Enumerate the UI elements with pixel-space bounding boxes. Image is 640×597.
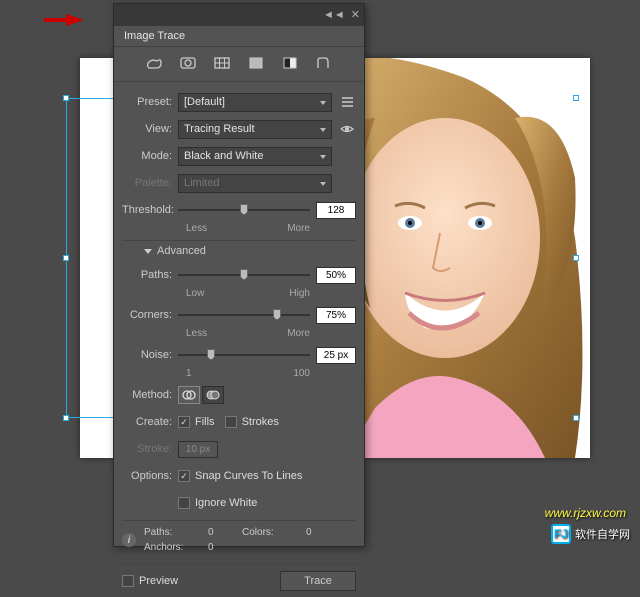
strokes-checkbox[interactable] [225,416,237,428]
preset-icon-row [114,47,364,77]
mode-label: Mode: [122,150,178,162]
chevron-down-icon [144,249,152,254]
snap-checkbox[interactable]: ✓ [178,470,190,482]
fills-checkbox[interactable]: ✓ [178,416,190,428]
preset-label: Preset: [122,96,178,108]
method-abutting-button[interactable] [178,386,200,404]
grayscale-icon[interactable] [246,55,266,71]
annotation-arrow [66,14,84,26]
high-color-icon[interactable] [178,55,198,71]
panel-tab[interactable]: Image Trace [114,26,364,46]
preset-menu-icon[interactable] [338,93,356,111]
paths-input[interactable]: 50% [316,267,356,284]
view-select[interactable]: Tracing Result [178,120,332,139]
close-icon[interactable]: ✕ [351,10,360,21]
panel-titlebar[interactable]: ◄◄ ✕ [114,4,364,26]
threshold-label: Threshold: [122,204,178,216]
stroke-label: Stroke: [122,443,178,455]
corners-slider[interactable] [178,308,310,322]
stroke-input: 10 px [178,441,218,458]
mode-select[interactable]: Black and White [178,147,332,166]
corners-label: Corners: [122,309,178,321]
preset-select[interactable]: [Default] [178,93,332,112]
view-label: View: [122,123,178,135]
method-label: Method: [122,389,178,401]
threshold-input[interactable]: 128 [316,202,356,219]
palette-select: Limited [178,174,332,193]
collapse-icon[interactable]: ◄◄ [323,10,345,21]
ignore-white-checkbox[interactable] [178,497,190,509]
preview-checkbox[interactable] [122,575,134,587]
corners-input[interactable]: 75% [316,307,356,324]
auto-color-icon[interactable] [144,55,164,71]
watermark-logo: FJ软件自学网 [551,524,630,544]
outline-icon[interactable] [314,55,334,71]
advanced-toggle[interactable]: Advanced [144,245,356,257]
low-color-icon[interactable] [212,55,232,71]
noise-slider[interactable] [178,348,310,362]
black-white-icon[interactable] [280,55,300,71]
create-label: Create: [122,416,178,428]
info-icon: i [122,533,136,547]
paths-slider[interactable] [178,268,310,282]
watermark-url: www.rjzxw.com [545,506,626,520]
method-overlapping-button[interactable] [202,386,224,404]
image-trace-panel: ◄◄ ✕ Image Trace Preset: [Default] View:… [113,3,365,547]
noise-label: Noise: [122,349,178,361]
paths-label: Paths: [122,269,178,281]
view-eye-icon[interactable] [338,120,356,138]
trace-button[interactable]: Trace [280,571,356,591]
threshold-slider[interactable] [178,203,310,217]
options-label: Options: [122,470,178,482]
palette-label: Palette: [122,177,178,189]
noise-input[interactable]: 25 px [316,347,356,364]
info-section: i Paths:0 Colors:0 Anchors:0 [122,527,356,553]
